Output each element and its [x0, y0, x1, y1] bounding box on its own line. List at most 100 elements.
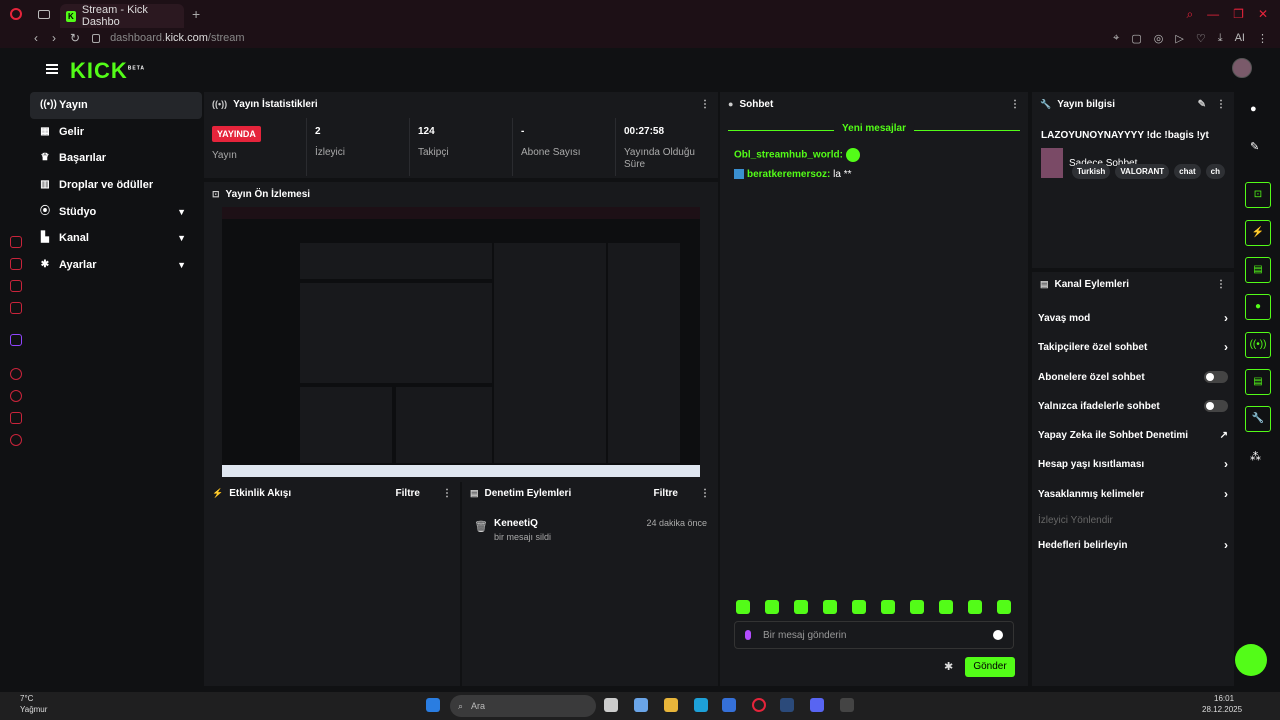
emote-icon[interactable]	[968, 600, 982, 614]
toggle[interactable]	[1204, 371, 1228, 383]
url-field[interactable]: dashboard.kick.com/stream	[110, 32, 245, 44]
tag[interactable]: chat	[1174, 164, 1201, 179]
twitch-icon[interactable]	[10, 334, 22, 346]
kick-logo[interactable]: KICKBETA	[70, 58, 145, 84]
action-emote-only[interactable]: Yalnızca ifadelerle sohbet	[1038, 396, 1228, 416]
nav-item-kanal[interactable]: ▙ Kanal ▼	[30, 225, 202, 252]
reload-icon[interactable]: ↻	[70, 31, 80, 45]
pen-icon[interactable]: ✎	[1250, 140, 1259, 153]
app-icon[interactable]	[840, 698, 854, 712]
back-icon[interactable]: ‹	[34, 31, 38, 45]
emote-icon[interactable]	[852, 600, 866, 614]
browser-tab[interactable]: K Stream - Kick Dashbo	[60, 4, 184, 28]
action-account-age[interactable]: Hesap yaşı kısıtlaması ›	[1038, 454, 1228, 474]
pin-icon[interactable]: ⌖	[1113, 32, 1119, 45]
document-icon[interactable]: ▤	[1245, 257, 1271, 283]
nav-item-ayarlar[interactable]: ✱ Ayarlar ▼	[30, 252, 202, 279]
edit-icon[interactable]: ✎	[1198, 99, 1206, 110]
folder-icon[interactable]	[664, 698, 678, 712]
ai-button[interactable]: AI	[1235, 32, 1245, 45]
close-icon[interactable]: ✕	[1258, 7, 1268, 22]
actions-icon[interactable]: ▤	[1245, 369, 1271, 395]
avatar[interactable]	[1232, 58, 1252, 78]
action-set-goals[interactable]: Hedefleri belirleyin ›	[1038, 535, 1228, 555]
action-followers-only[interactable]: Takipçilere özel sohbet ›	[1038, 337, 1228, 357]
maximize-icon[interactable]: ❐	[1233, 7, 1244, 22]
tag[interactable]: VALORANT	[1115, 164, 1170, 179]
tag[interactable]: Turkish	[1072, 164, 1111, 179]
tag[interactable]: ch	[1205, 164, 1225, 179]
weather-temp[interactable]: 7°C	[20, 694, 33, 703]
wrench-icon[interactable]: 🔧	[1245, 406, 1271, 432]
kebab-icon[interactable]: ⋮	[1257, 32, 1268, 45]
clock-date[interactable]: 28.12.2025	[1202, 705, 1242, 714]
search-icon[interactable]: ⌕	[1186, 7, 1193, 22]
nav-item-gelir[interactable]: ▦ Gelir	[30, 119, 202, 146]
emote-icon[interactable]	[997, 600, 1011, 614]
chat-settings-icon[interactable]: ✱	[944, 660, 953, 673]
minimize-icon[interactable]: —	[1207, 7, 1219, 22]
emote-icon[interactable]	[910, 600, 924, 614]
clock-time[interactable]: 16:01	[1214, 694, 1234, 703]
nav-item-basarilar[interactable]: ♛ Başarılar	[30, 145, 202, 172]
store-icon[interactable]	[722, 698, 736, 712]
action-ai-moderation[interactable]: Yapay Zeka ile Sohbet Denetimi ↗	[1038, 425, 1228, 445]
emoji-icon[interactable]	[993, 630, 1003, 640]
player-icon[interactable]	[10, 368, 22, 380]
settings-icon[interactable]	[10, 434, 22, 446]
more-icon[interactable]: ⋮	[442, 488, 452, 499]
toggle[interactable]	[1204, 400, 1228, 412]
nav-item-yayin[interactable]: ((•)) Yayın	[30, 92, 202, 119]
discord-icon[interactable]	[810, 698, 824, 712]
send-button[interactable]: Gönder	[965, 657, 1015, 677]
taskbar-search[interactable]: ⌕ Ara	[450, 695, 596, 717]
emote-icon[interactable]	[794, 600, 808, 614]
sidebar-app-icon[interactable]	[10, 302, 22, 314]
download-icon[interactable]: ⤓	[1218, 32, 1223, 45]
help-button[interactable]	[1235, 644, 1267, 676]
steam-icon[interactable]	[780, 698, 794, 712]
more-icon[interactable]: ⋮	[700, 99, 710, 110]
opera-icon[interactable]	[752, 698, 766, 712]
action-subscribers-only[interactable]: Abonelere özel sohbet	[1038, 367, 1228, 387]
emote-icon[interactable]	[736, 600, 750, 614]
sidebar-app-icon[interactable]	[10, 258, 22, 270]
stream-preview-video[interactable]	[222, 207, 700, 477]
opera-logo-icon[interactable]	[10, 8, 22, 20]
more-icon[interactable]: ⋮	[1216, 99, 1226, 110]
action-banned-words[interactable]: Yasaklanmış kelimeler ›	[1038, 484, 1228, 504]
filter-button[interactable]: Filtre	[654, 488, 678, 499]
info-icon[interactable]: ●	[1250, 103, 1257, 115]
scan-icon[interactable]: ⊡	[1245, 182, 1271, 208]
camera-icon[interactable]: ◎	[1154, 32, 1164, 45]
tab-menu-icon[interactable]	[38, 9, 50, 19]
history-icon[interactable]	[10, 390, 22, 402]
play-icon[interactable]: ▷	[1175, 32, 1183, 45]
emote-icon[interactable]	[823, 600, 837, 614]
mod-entry-user[interactable]: KeneetiQ	[494, 518, 538, 529]
nav-item-studyo[interactable]: ⦿ Stüdyo ▼	[30, 198, 202, 225]
emote-icon[interactable]	[939, 600, 953, 614]
community-icon[interactable]: ⁂	[1250, 450, 1261, 463]
broadcast-icon[interactable]: ((•))	[1245, 332, 1271, 358]
chat-username[interactable]: beratkeremersoz:	[747, 169, 830, 180]
more-icon[interactable]: ⋮	[700, 488, 710, 499]
forward-icon[interactable]: ›	[52, 31, 56, 45]
chat-input[interactable]: Bir mesaj gönderin	[734, 621, 1014, 649]
bookmark-icon[interactable]: ▢	[1131, 32, 1141, 45]
mic-icon[interactable]	[745, 630, 751, 640]
nav-item-droplar[interactable]: ▥ Droplar ve ödüller	[30, 172, 202, 199]
sidebar-app-icon[interactable]	[10, 236, 22, 248]
new-tab-icon[interactable]: +	[192, 6, 200, 22]
app-icon[interactable]	[634, 698, 648, 712]
extensions-icon[interactable]	[10, 412, 22, 424]
emote-icon[interactable]	[881, 600, 895, 614]
task-view-icon[interactable]	[604, 698, 618, 712]
bolt-icon[interactable]: ⚡	[1245, 220, 1271, 246]
edge-icon[interactable]	[694, 698, 708, 712]
chat-username[interactable]: Obl_streamhub_world:	[734, 150, 843, 161]
filter-button[interactable]: Filtre	[396, 488, 420, 499]
emote-icon[interactable]	[765, 600, 779, 614]
sidebar-app-icon[interactable]	[10, 280, 22, 292]
more-icon[interactable]: ⋮	[1010, 99, 1020, 110]
